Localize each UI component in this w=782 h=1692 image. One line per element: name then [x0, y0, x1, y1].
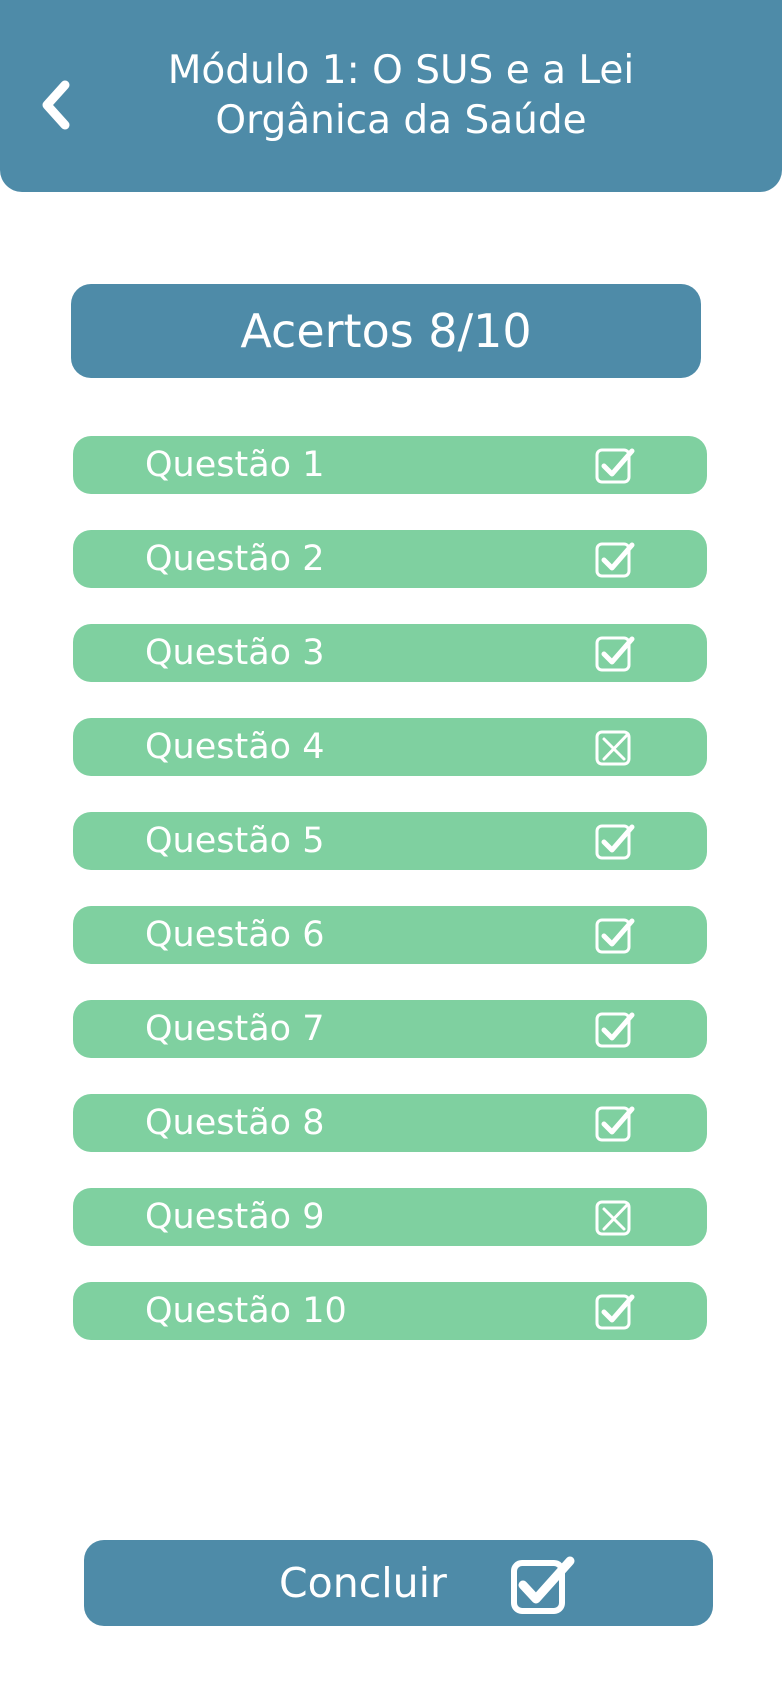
conclude-button[interactable]: Concluir: [84, 1540, 713, 1626]
question-list: Questão 1 Questão 2 Questão 3 Questão 4 Ques…: [73, 436, 707, 1376]
checkbox-checked-icon: [595, 542, 635, 578]
checkbox-crossed-icon: [595, 730, 631, 766]
page-title-line-1: Módulo 1: O SUS e a Lei: [167, 48, 635, 93]
question-row[interactable]: Questão 4: [73, 718, 707, 776]
checkbox-checked-icon: [595, 1294, 635, 1330]
question-label: Questão 7: [145, 1009, 325, 1049]
page-title: Módulo 1: O SUS e a Lei Orgânica da Saúd…: [110, 46, 692, 146]
question-label: Questão 1: [145, 445, 325, 485]
app-header: Módulo 1: O SUS e a Lei Orgânica da Saúd…: [0, 0, 782, 192]
question-label: Questão 4: [145, 727, 325, 767]
checkbox-crossed-icon: [595, 1200, 631, 1236]
question-label: Questão 9: [145, 1197, 325, 1237]
checkbox-checked-icon: [595, 918, 635, 954]
question-label: Questão 2: [145, 539, 325, 579]
question-row[interactable]: Questão 7: [73, 1000, 707, 1058]
question-row[interactable]: Questão 9: [73, 1188, 707, 1246]
checkbox-checked-icon: [595, 1106, 635, 1142]
question-label: Questão 10: [145, 1291, 347, 1331]
question-row[interactable]: Questão 10: [73, 1282, 707, 1340]
question-row[interactable]: Questão 3: [73, 624, 707, 682]
question-row[interactable]: Questão 1: [73, 436, 707, 494]
question-label: Questão 5: [145, 821, 325, 861]
question-row[interactable]: Questão 2: [73, 530, 707, 588]
question-label: Questão 6: [145, 915, 325, 955]
checkbox-checked-icon: [595, 824, 635, 860]
page-title-line-2: Orgânica da Saúde: [215, 98, 587, 143]
score-banner: Acertos 8/10: [71, 284, 701, 378]
question-label: Questão 3: [145, 633, 325, 673]
back-button[interactable]: [30, 70, 80, 140]
checkbox-checked-icon: [595, 448, 635, 484]
checkbox-checked-icon: [595, 1012, 635, 1048]
checkbox-checked-icon: [595, 636, 635, 672]
chevron-left-icon: [42, 80, 70, 130]
question-row[interactable]: Questão 5: [73, 812, 707, 870]
question-label: Questão 8: [145, 1103, 325, 1143]
question-row[interactable]: Questão 8: [73, 1094, 707, 1152]
question-row[interactable]: Questão 6: [73, 906, 707, 964]
checkbox-checked-icon: [511, 1556, 575, 1614]
conclude-label: Concluir: [279, 1559, 447, 1607]
score-label: Acertos 8/10: [240, 304, 532, 358]
